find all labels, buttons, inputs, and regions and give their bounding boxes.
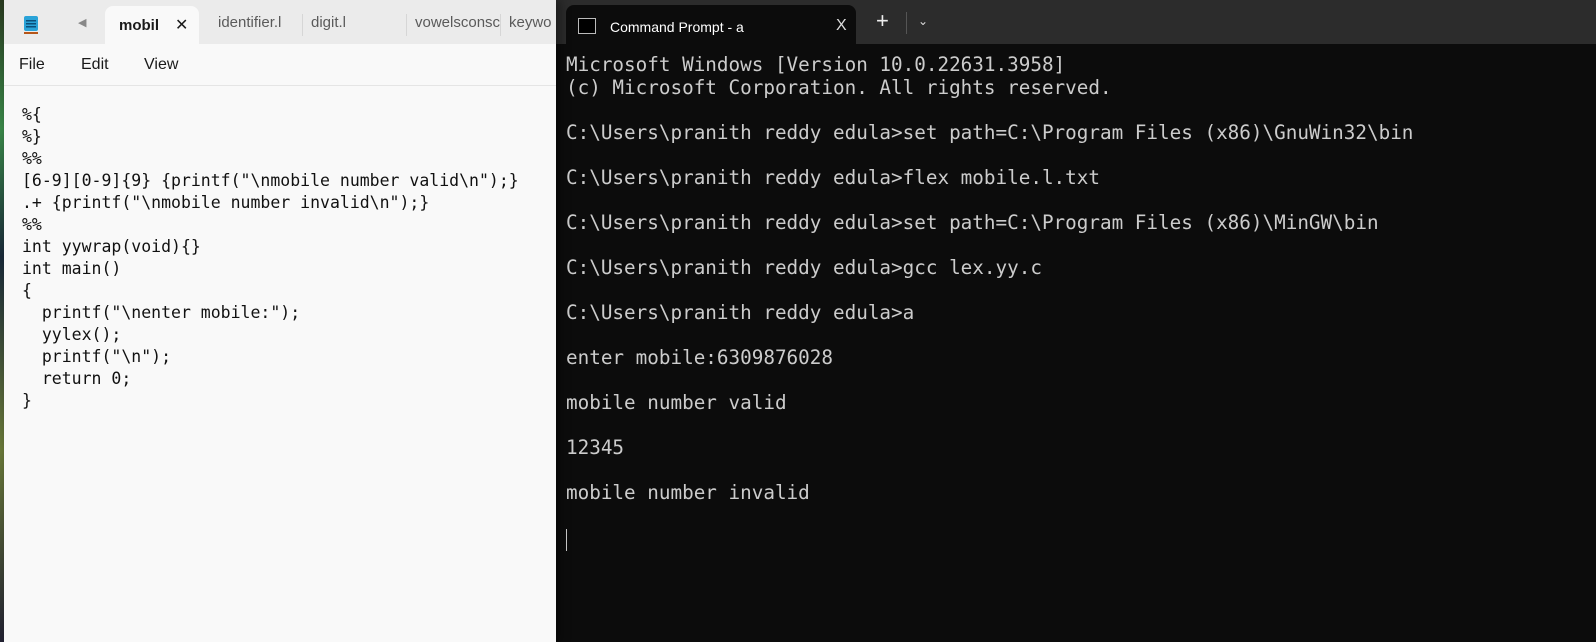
tab-digit[interactable]: digit.l [302,14,406,36]
menu-file[interactable]: File [19,56,45,74]
divider [906,12,907,34]
editor-text-area[interactable]: %{ %} %% [6-9][0-9]{9} {printf("\nmobile… [22,104,519,412]
menu-edit[interactable]: Edit [81,56,109,74]
tab-label: mobil [119,17,159,34]
tab-title: Command Prompt - a [610,19,744,35]
tab-label: digit.l [311,14,347,31]
notepad-window: ◀ mobil ✕ identifier.l digit.l vowelscon… [4,0,556,642]
menu-view[interactable]: View [144,56,178,74]
tab-command-prompt[interactable]: Command Prompt - a X [566,5,856,44]
tab-mobil[interactable]: mobil ✕ [105,6,199,44]
tab-label: identifier.l [218,14,282,31]
tab-label: vowelsconsc [415,14,500,31]
menu-bar: File Edit View [4,44,556,86]
tab-keywords[interactable]: keywo [500,14,556,36]
tab-identifier[interactable]: identifier.l [210,14,296,36]
close-tab-icon[interactable]: X [836,17,847,35]
notepad-app-icon [24,16,38,34]
notepad-tab-bar: ◀ mobil ✕ identifier.l digit.l vowelscon… [4,0,556,44]
dropdown-chevron-icon[interactable]: ⌄ [918,14,928,28]
terminal-tab-bar: Command Prompt - a X + ⌄ [556,0,1596,44]
tab-label: keywo [509,14,552,31]
terminal-window: Command Prompt - a X + ⌄ Microsoft Windo… [556,0,1596,642]
terminal-output[interactable]: Microsoft Windows [Version 10.0.22631.39… [566,53,1413,504]
tab-vowelsconsonants[interactable]: vowelsconsc [406,14,500,36]
close-tab-icon[interactable]: ✕ [175,15,188,35]
new-tab-button[interactable]: + [876,8,889,34]
scroll-tabs-left-icon[interactable]: ◀ [78,16,86,29]
command-prompt-icon [578,18,596,34]
text-cursor [566,529,567,551]
